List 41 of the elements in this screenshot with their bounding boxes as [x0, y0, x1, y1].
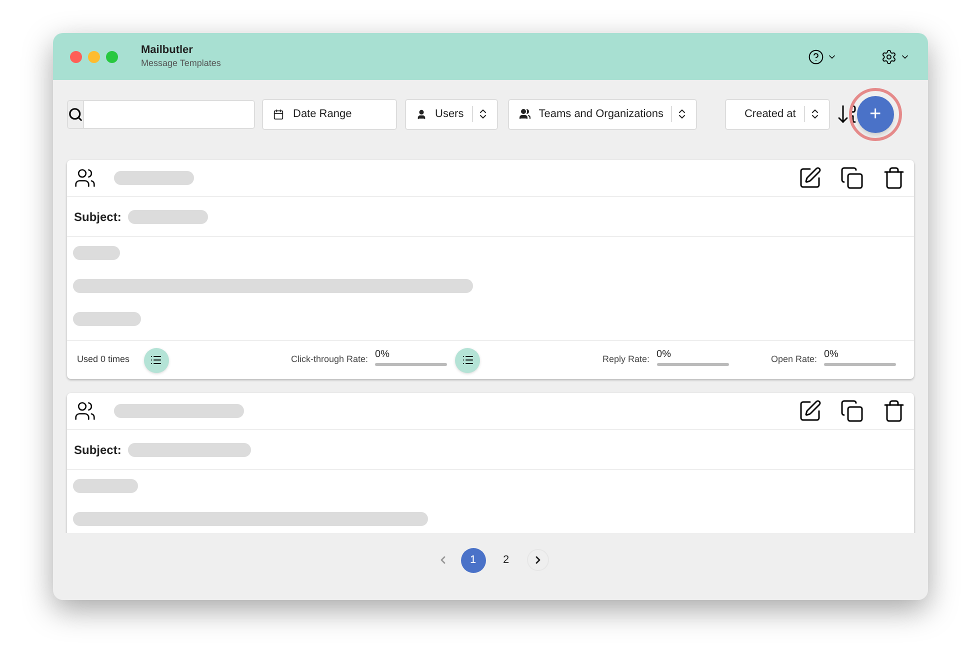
delete-button[interactable] — [882, 399, 906, 423]
subject-label: Subject: — [74, 442, 122, 458]
settings-menu[interactable] — [881, 48, 910, 64]
help-icon — [808, 48, 824, 64]
sort-select[interactable]: Created at — [725, 98, 830, 130]
subject-label: Subject: — [74, 208, 122, 226]
list-button[interactable] — [144, 348, 169, 372]
search-field[interactable] — [67, 100, 255, 128]
metric-label: Reply Rate: — [602, 352, 650, 366]
edit-button[interactable] — [798, 166, 822, 190]
window-title: Mailbutler — [141, 44, 194, 57]
add-template-button[interactable]: + — [856, 96, 894, 132]
person-icon — [416, 108, 427, 120]
duplicate-button[interactable] — [840, 399, 864, 423]
delete-button[interactable] — [882, 166, 906, 190]
page-button[interactable]: 1 — [460, 548, 486, 572]
metric-label: Open Rate: — [770, 352, 817, 366]
usage-count: Used 0 times — [77, 353, 130, 366]
next-page-button[interactable] — [526, 549, 548, 571]
calendar-icon — [273, 108, 284, 120]
list-button[interactable] — [455, 348, 480, 372]
loading-placeholder — [73, 312, 141, 326]
teams-select[interactable]: Teams and Organizations — [508, 98, 698, 130]
metric-label: Click-through Rate: — [290, 352, 368, 366]
people-icon — [518, 108, 531, 120]
metric-value: 0% — [656, 349, 672, 361]
settings-icon — [881, 48, 897, 64]
metric-value: 0% — [375, 349, 390, 361]
duplicate-button[interactable] — [840, 166, 864, 190]
users-icon — [74, 167, 96, 189]
page-button[interactable]: 2 — [494, 548, 518, 572]
users-select[interactable]: Users — [405, 98, 498, 130]
users-icon — [74, 400, 96, 422]
loading-placeholder — [73, 479, 138, 493]
date-range-button[interactable]: Date Range — [262, 98, 397, 130]
help-menu[interactable] — [808, 48, 837, 64]
search-icon — [68, 106, 83, 122]
metric-value: 0% — [824, 349, 840, 361]
loading-placeholder — [73, 246, 120, 260]
edit-button[interactable] — [798, 399, 822, 423]
window-subtitle: Message Templates — [141, 57, 221, 69]
